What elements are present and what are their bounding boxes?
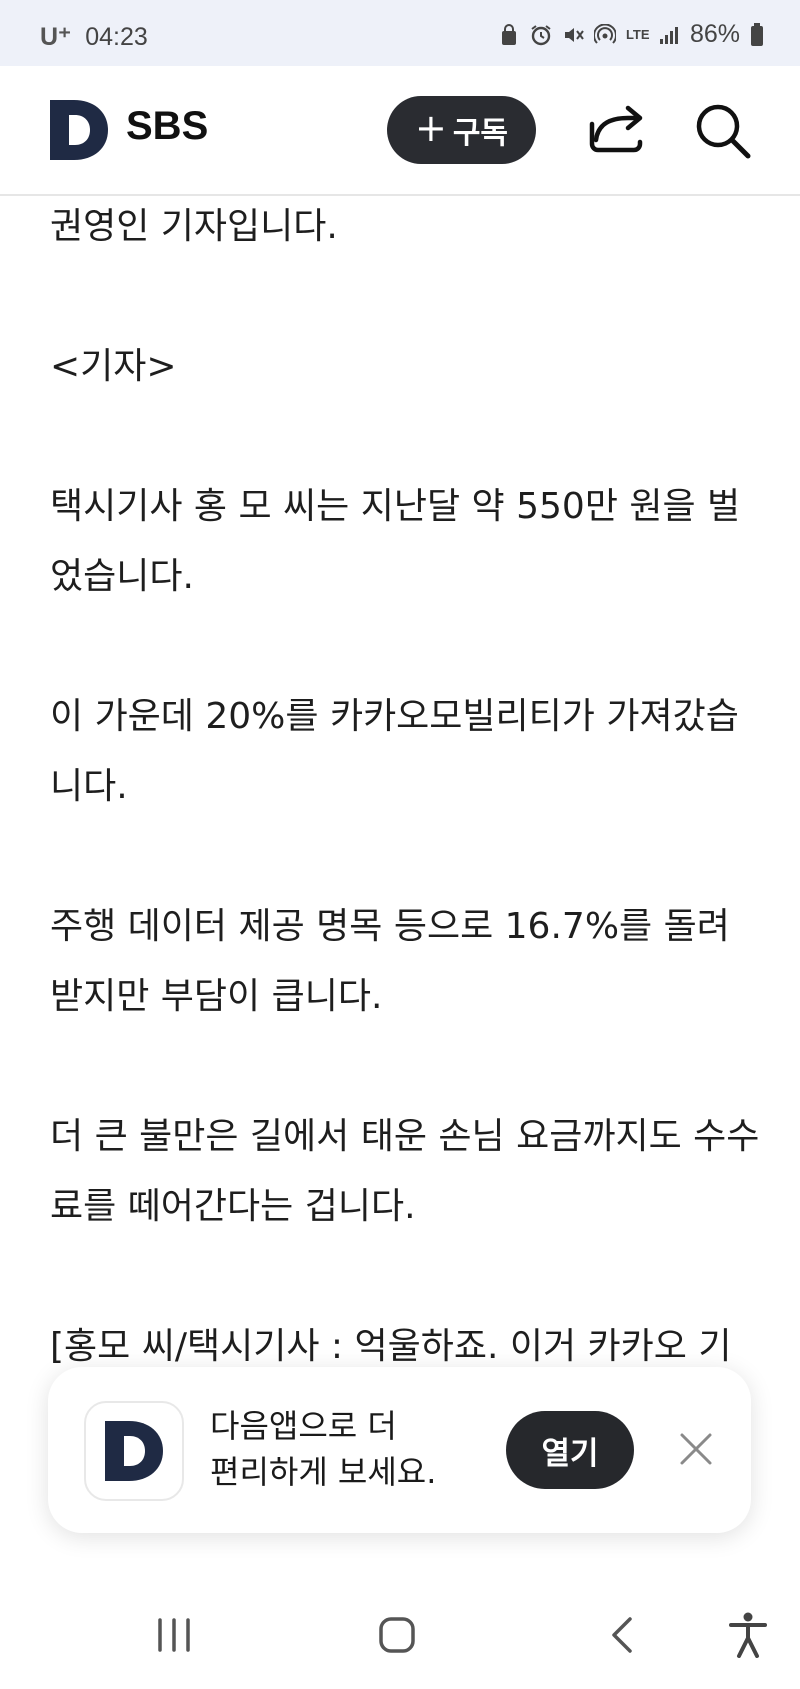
alarm-icon — [531, 24, 551, 45]
lock-notification-icon — [501, 23, 516, 45]
home-icon[interactable] — [378, 1616, 416, 1654]
banner-line-2: 편리하게 보세요. — [210, 1453, 437, 1491]
battery-icon — [751, 22, 763, 46]
status-bar: U⁺ 04:23 LTE 86% — [0, 0, 800, 66]
article-paragraph: 권영인 기자입니다. — [50, 206, 338, 247]
article-paragraph: 택시기사 홍 모 씨는 지난달 약 550만 원을 벌었습니다. — [50, 486, 741, 597]
subscribe-button[interactable]: + 구독 — [387, 96, 536, 164]
app-promo-banner: 다음앱으로 더 편리하게 보세요. 열기 — [48, 1367, 751, 1533]
accessibility-icon[interactable] — [728, 1612, 768, 1658]
banner-app-icon — [84, 1401, 184, 1501]
signal-icon — [659, 26, 678, 44]
plus-icon: + — [414, 106, 447, 150]
share-icon[interactable] — [588, 102, 646, 158]
article-paragraph: 이 가운데 20%를 카카오모빌리티가 가져갔습니다. — [50, 696, 739, 807]
system-nav-bar — [0, 1580, 800, 1689]
battery-percent: 86% — [689, 20, 740, 48]
app-header: SBS + 구독 — [0, 66, 800, 196]
network-type: LTE — [625, 26, 650, 42]
mute-icon — [564, 27, 584, 42]
article-paragraph: 더 큰 불만은 길에서 태운 손님 요금까지도 수수료를 떼어간다는 겁니다. — [50, 1116, 760, 1227]
press-name[interactable]: SBS — [126, 104, 208, 149]
recent-apps-icon[interactable] — [156, 1618, 192, 1652]
carrier-label: U⁺ — [40, 23, 72, 51]
hotspot-icon — [593, 23, 616, 44]
banner-line-1: 다음앱으로 더 — [210, 1407, 397, 1445]
banner-message: 다음앱으로 더 편리하게 보세요. — [210, 1403, 460, 1495]
clock: 04:23 — [85, 22, 148, 51]
daum-logo[interactable] — [50, 100, 108, 160]
close-icon[interactable] — [678, 1431, 714, 1467]
subscribe-label: 구독 — [452, 116, 509, 151]
daum-app-logo-icon — [105, 1421, 163, 1481]
open-app-button[interactable]: 열기 — [506, 1411, 634, 1489]
search-icon[interactable] — [694, 102, 752, 160]
article-paragraph: <기자> — [50, 346, 177, 387]
back-icon[interactable] — [610, 1616, 634, 1654]
article-paragraph: 주행 데이터 제공 명목 등으로 16.7%를 돌려받지만 부담이 큽니다. — [50, 906, 730, 1017]
